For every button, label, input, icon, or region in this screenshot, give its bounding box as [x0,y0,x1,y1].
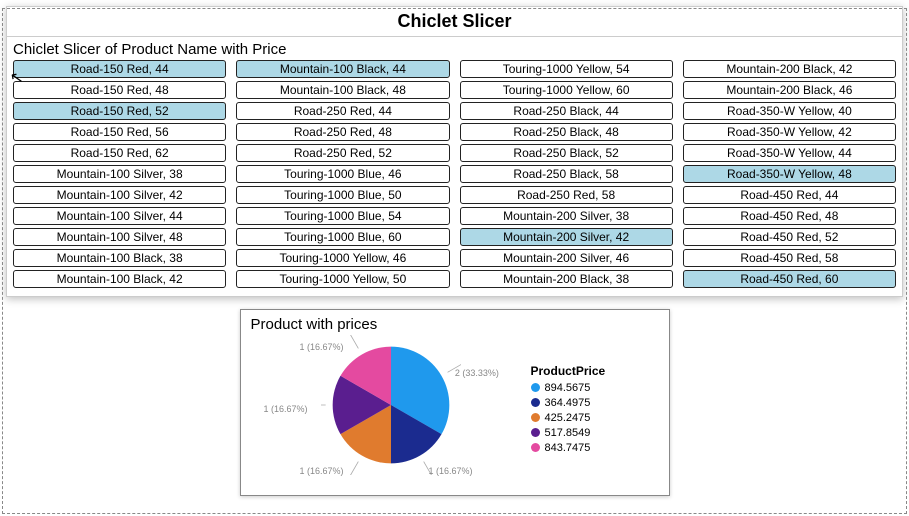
legend-label: 843.7475 [545,442,591,454]
chiclet-item[interactable]: Road-250 Black, 52 [460,144,673,162]
legend-swatch-icon [531,398,540,407]
legend-item[interactable]: 425.2475 [531,412,606,424]
chart-title: Product with prices [251,316,659,333]
pie-chart-visual[interactable]: Product with prices 2 (33.33%) 1 (16.67%)… [240,309,670,496]
chiclet-item[interactable]: Road-350-W Yellow, 44 [683,144,896,162]
legend-swatch-icon [531,428,540,437]
chiclet-item[interactable]: Road-150 Red, 62 [13,144,226,162]
chiclet-item[interactable]: Mountain-100 Silver, 44 [13,207,226,225]
pie-data-label: 1 (16.67%) [299,466,343,476]
chiclet-item[interactable]: Touring-1000 Blue, 50 [236,186,449,204]
chiclet-item[interactable]: Road-450 Red, 44 [683,186,896,204]
chiclet-item[interactable]: Road-250 Red, 58 [460,186,673,204]
chiclet-item[interactable]: Road-450 Red, 58 [683,249,896,267]
pie-data-label: 1 (16.67%) [429,466,473,476]
title-bar: Chiclet Slicer [7,7,902,37]
chiclet-item[interactable]: Mountain-100 Silver, 42 [13,186,226,204]
pie-data-label: 1 (16.67%) [264,404,308,414]
chiclet-slicer-visual: Chiclet Slicer of Product Name with Pric… [7,37,902,296]
chiclet-item[interactable]: Road-150 Red, 52 [13,102,226,120]
chiclet-item[interactable]: Mountain-100 Black, 44 [236,60,449,78]
pie-data-label: 2 (33.33%) [455,368,499,378]
chiclet-item[interactable]: Road-250 Red, 52 [236,144,449,162]
legend-item[interactable]: 364.4975 [531,397,606,409]
chiclet-item[interactable]: Road-450 Red, 52 [683,228,896,246]
chiclet-item[interactable]: Mountain-100 Black, 42 [13,270,226,288]
chiclet-item[interactable]: Road-250 Black, 44 [460,102,673,120]
chiclet-item[interactable]: Road-350-W Yellow, 48 [683,165,896,183]
chiclet-item[interactable]: Road-250 Black, 48 [460,123,673,141]
chiclet-item[interactable]: Road-350-W Yellow, 40 [683,102,896,120]
chiclet-item[interactable]: Road-250 Red, 44 [236,102,449,120]
legend-title: ProductPrice [531,364,606,378]
legend-item[interactable]: 517.8549 [531,427,606,439]
chiclet-item[interactable]: Road-450 Red, 60 [683,270,896,288]
chiclet-item[interactable]: Road-150 Red, 48 [13,81,226,99]
chiclet-item[interactable]: Mountain-100 Black, 48 [236,81,449,99]
chart-legend: ProductPrice 894.5675 364.4975 425.2475 517… [531,364,606,457]
chiclet-item[interactable]: Road-450 Red, 48 [683,207,896,225]
chiclet-item[interactable]: Mountain-100 Black, 38 [13,249,226,267]
legend-item[interactable]: 843.7475 [531,442,606,454]
chiclet-item[interactable]: Road-350-W Yellow, 42 [683,123,896,141]
legend-swatch-icon [531,413,540,422]
legend-label: 894.5675 [545,382,591,394]
chiclet-item[interactable]: Mountain-200 Black, 38 [460,270,673,288]
chiclet-item[interactable]: Mountain-200 Silver, 42 [460,228,673,246]
chiclet-item[interactable]: Touring-1000 Blue, 60 [236,228,449,246]
chiclet-item[interactable]: Touring-1000 Yellow, 60 [460,81,673,99]
legend-label: 517.8549 [545,427,591,439]
chiclet-grid: Road-150 Red, 44 Road-150 Red, 48 Road-150… [13,60,896,288]
chiclet-item[interactable]: Mountain-100 Silver, 48 [13,228,226,246]
chiclet-item[interactable]: Touring-1000 Yellow, 46 [236,249,449,267]
legend-swatch-icon [531,443,540,452]
chart-body: 2 (33.33%) 1 (16.67%) 1 (16.67%) 1 (16.67%)… [251,335,659,485]
chiclet-item[interactable]: Mountain-200 Silver, 46 [460,249,673,267]
chiclet-item[interactable]: Mountain-100 Silver, 38 [13,165,226,183]
pie-chart: 2 (33.33%) 1 (16.67%) 1 (16.67%) 1 (16.67%)… [251,335,531,485]
chiclet-item[interactable]: Mountain-200 Silver, 38 [460,207,673,225]
report-container: Chiclet Slicer Chiclet Slicer of Product… [6,6,903,297]
pie-data-label: 1 (16.67%) [300,342,344,352]
legend-item[interactable]: 894.5675 [531,382,606,394]
page-title: Chiclet Slicer [7,11,902,32]
chiclet-item[interactable]: Touring-1000 Blue, 46 [236,165,449,183]
chiclet-item[interactable]: Road-150 Red, 56 [13,123,226,141]
chiclet-item[interactable]: Road-250 Black, 58 [460,165,673,183]
chiclet-item[interactable]: Road-150 Red, 44 [13,60,226,78]
chiclet-item[interactable]: Mountain-200 Black, 46 [683,81,896,99]
legend-label: 425.2475 [545,412,591,424]
slicer-heading: Chiclet Slicer of Product Name with Pric… [13,39,896,60]
chiclet-item[interactable]: Touring-1000 Blue, 54 [236,207,449,225]
chiclet-item[interactable]: Road-250 Red, 48 [236,123,449,141]
chiclet-item[interactable]: Touring-1000 Yellow, 54 [460,60,673,78]
chiclet-item[interactable]: Mountain-200 Black, 42 [683,60,896,78]
legend-label: 364.4975 [545,397,591,409]
legend-swatch-icon [531,383,540,392]
chiclet-item[interactable]: Touring-1000 Yellow, 50 [236,270,449,288]
